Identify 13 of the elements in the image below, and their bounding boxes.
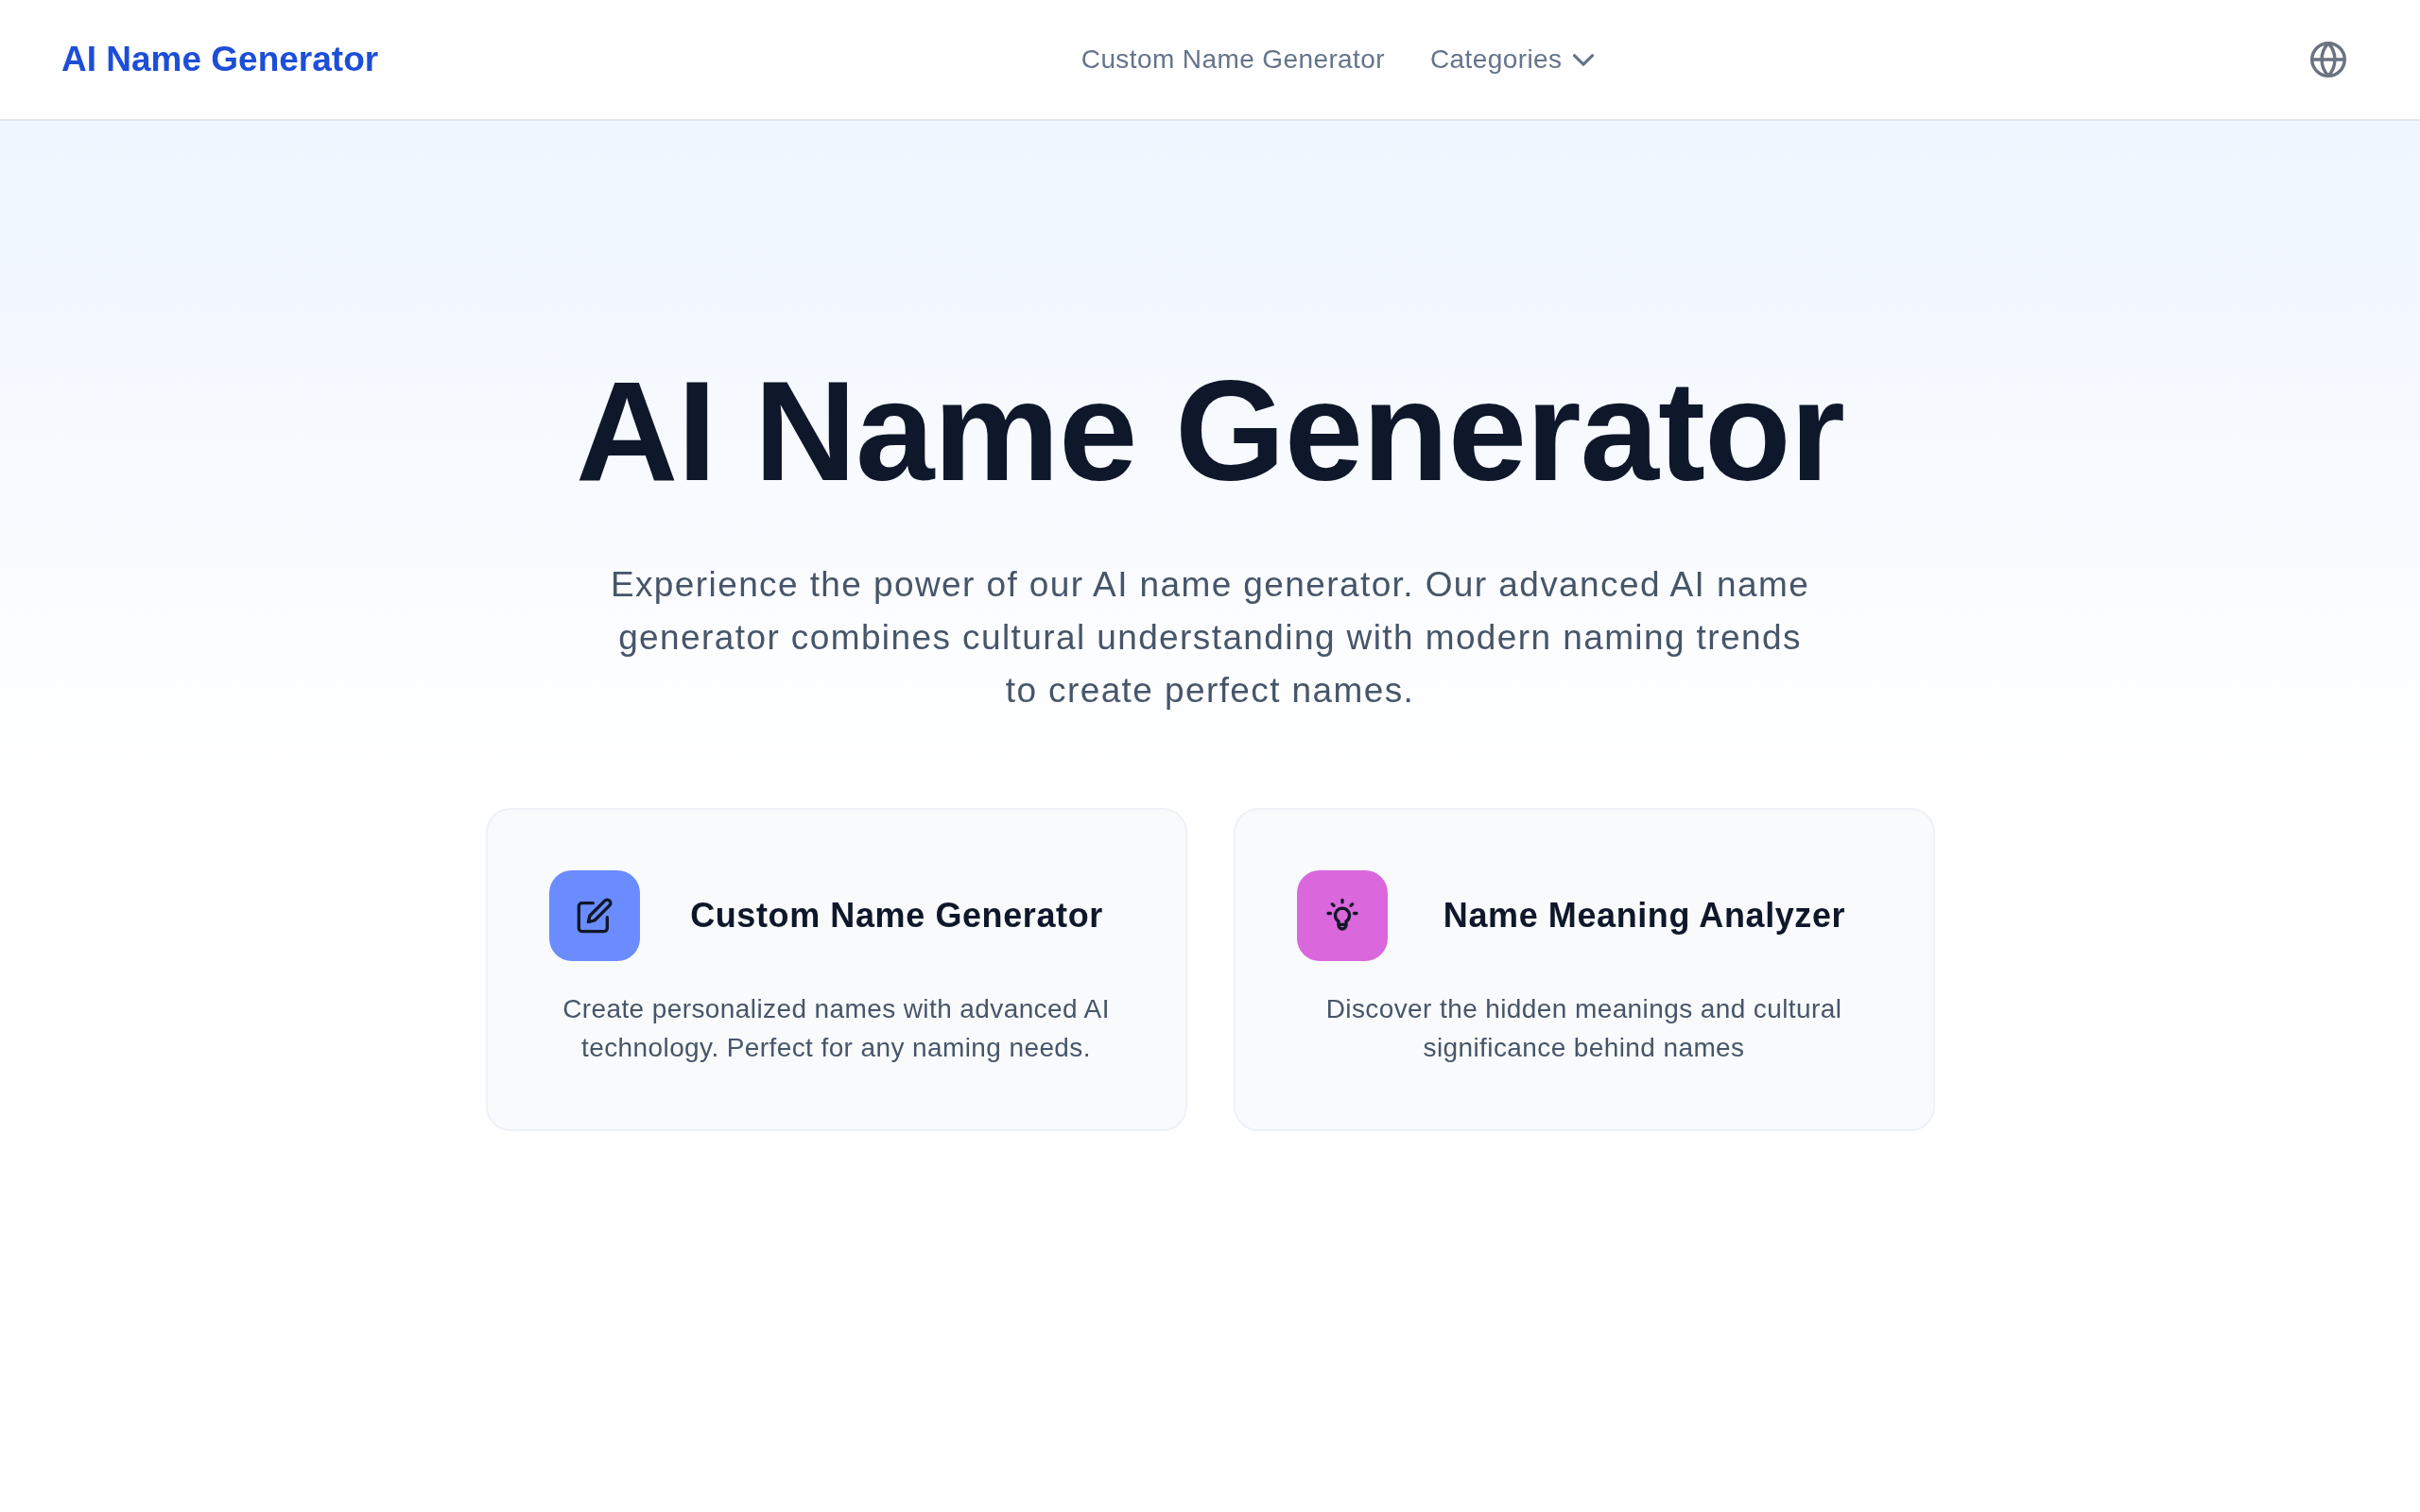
nav-dropdown[interactable]: Categories — [1429, 44, 1595, 75]
hero-title: AI Name Generator — [576, 353, 1844, 509]
nav-link[interactable]: Custom Name Generator — [1080, 44, 1385, 75]
feature-card[interactable]: Custom Name Generator Create personalized names with advanced AI technology. Perfect for any naming needs. — [485, 808, 1187, 1131]
hero-description: Experience the power of our AI name generator. Our advanced AI name generator combines cultural understanding with modern naming trends to create perfect names. — [609, 564, 1811, 712]
card-description: Discover the hidden meanings and cultural significance behind names — [1324, 993, 1843, 1064]
globe-icon[interactable] — [2310, 42, 2346, 77]
chevron-down-icon — [1573, 53, 1595, 66]
feature-card[interactable]: Name Meaning Analyzer Discover the hidden meanings and cultural significance behind names — [1233, 808, 1935, 1131]
card-title: Custom Name Generator — [689, 896, 1104, 936]
card-title: Name Meaning Analyzer — [1442, 896, 1847, 936]
logo-link[interactable]: AI Name Generator — [61, 40, 379, 79]
card-description: Create personalized names with advanced AI technology. Perfect for any naming needs. — [562, 993, 1111, 1064]
